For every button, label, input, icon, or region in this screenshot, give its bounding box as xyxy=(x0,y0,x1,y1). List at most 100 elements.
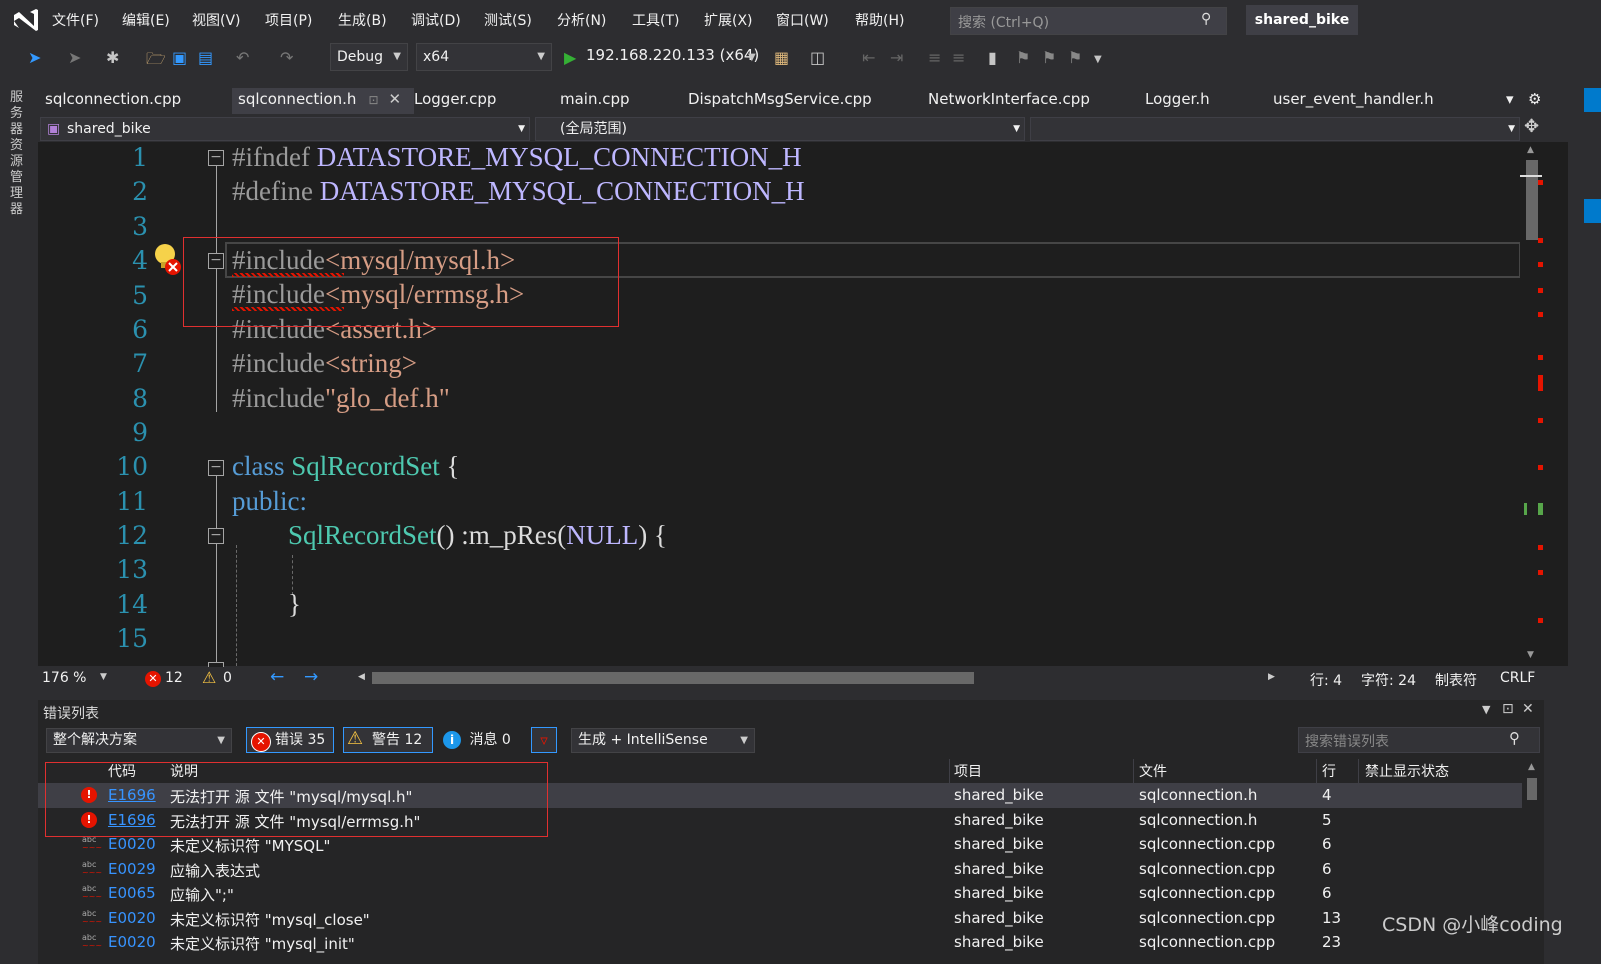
column-header-suppression[interactable]: 禁止显示状态 xyxy=(1365,761,1449,781)
tab-dispatchmsgservice-cpp[interactable]: DispatchMsgService.cpp xyxy=(688,90,872,108)
column-header-file[interactable]: 文件 xyxy=(1139,761,1167,781)
error-marker[interactable] xyxy=(1538,375,1543,391)
tab-sqlconnection-cpp[interactable]: sqlconnection.cpp xyxy=(45,90,181,108)
gear-icon[interactable]: ⚙ xyxy=(1528,90,1541,108)
scroll-up-icon[interactable]: ▲ xyxy=(1527,145,1534,155)
search-box[interactable]: 搜索 (Ctrl+Q) ⚲ xyxy=(950,7,1227,35)
panel-menu-icon[interactable]: ▼ xyxy=(1482,703,1490,716)
save-icon[interactable]: ▣ xyxy=(172,48,187,67)
menu-build[interactable]: 生成(B) xyxy=(338,10,387,30)
open-folder-icon[interactable]: 🗁 xyxy=(146,48,166,75)
new-project-icon[interactable]: ✱ xyxy=(106,48,119,67)
fold-toggle-icon[interactable] xyxy=(208,662,224,667)
error-marker[interactable] xyxy=(1538,238,1543,243)
error-count[interactable]: 12 xyxy=(165,670,183,686)
uncomment-icon[interactable]: ≡ xyxy=(952,48,965,67)
close-icon[interactable]: ✕ xyxy=(1522,701,1534,717)
indent-mode[interactable]: 制表符 xyxy=(1435,670,1477,690)
fold-toggle-icon[interactable]: − xyxy=(208,528,224,544)
column-header-project[interactable]: 项目 xyxy=(954,761,982,781)
error-marker[interactable] xyxy=(1538,180,1543,185)
messages-filter-button[interactable]: i 消息 0 xyxy=(443,728,511,752)
server-explorer-tab[interactable]: 服务器资源管理器 xyxy=(10,90,26,218)
step-out-icon[interactable]: ⇥ xyxy=(890,48,903,67)
menu-extensions[interactable]: 扩展(X) xyxy=(704,10,753,30)
chevron-down-icon[interactable]: ▼ xyxy=(748,52,756,63)
run-icon[interactable]: ▶ xyxy=(564,48,576,67)
menu-analyze[interactable]: 分析(N) xyxy=(557,10,606,30)
menu-help[interactable]: 帮助(H) xyxy=(855,10,904,30)
warnings-filter-button[interactable]: ⚠ 警告 12 xyxy=(343,727,433,753)
error-marker[interactable] xyxy=(1538,570,1543,575)
error-marker[interactable] xyxy=(1538,262,1543,267)
tab-logger-cpp[interactable]: Logger.cpp xyxy=(414,90,496,108)
bookmark-icon[interactable]: ▮ xyxy=(988,48,997,67)
undo-icon[interactable]: ↶ xyxy=(236,48,249,67)
menu-debug[interactable]: 调试(D) xyxy=(411,10,461,30)
solution-explorer-tab[interactable] xyxy=(1584,88,1601,112)
table-row[interactable]: abc ~~~ E0065 应输入";" shared_bike sqlconne… xyxy=(38,881,1522,906)
menu-window[interactable]: 窗口(W) xyxy=(776,10,829,30)
table-row[interactable]: abc ~~~ E0020 未定义标识符 "mysql_close" shared… xyxy=(38,906,1522,931)
menu-file[interactable]: 文件(F) xyxy=(52,10,99,30)
toolbar-overflow-icon[interactable]: ▼ xyxy=(1094,54,1102,65)
error-code-link[interactable]: E0020 xyxy=(108,909,156,927)
zoom-level[interactable]: 176 % xyxy=(42,670,86,686)
step-icon[interactable]: ⇤ xyxy=(862,48,875,67)
split-window-icon[interactable]: ✥ xyxy=(1524,116,1539,137)
solution-explorer-icon[interactable]: ▦ xyxy=(774,48,789,67)
error-icon[interactable]: ✕ xyxy=(145,671,161,687)
tab-networkinterface-cpp[interactable]: NetworkInterface.cpp xyxy=(928,90,1090,108)
scroll-right-icon[interactable]: ▶ xyxy=(1268,672,1275,682)
clear-bookmarks-icon[interactable]: ⚑ xyxy=(1068,48,1082,67)
menu-tools[interactable]: 工具(T) xyxy=(632,10,679,30)
error-marker[interactable] xyxy=(1538,288,1543,293)
lightbulb-error-icon[interactable] xyxy=(152,242,184,278)
column-header-line[interactable]: 行 xyxy=(1322,761,1336,781)
scroll-down-icon[interactable]: ▼ xyxy=(1527,650,1534,660)
tab-list-dropdown-icon[interactable]: ▾ xyxy=(1506,90,1514,108)
error-marker[interactable] xyxy=(1538,545,1543,550)
fold-toggle-icon[interactable]: − xyxy=(208,150,224,166)
project-nav-dropdown[interactable]: ▣ shared_bike ▼ xyxy=(40,117,530,141)
visual-studio-logo-icon[interactable] xyxy=(10,6,40,34)
prev-bookmark-icon[interactable]: ⚑ xyxy=(1016,48,1030,67)
error-marker[interactable] xyxy=(1538,355,1543,360)
properties-tab[interactable] xyxy=(1584,199,1601,223)
error-code-link[interactable]: E0020 xyxy=(108,835,156,853)
scrollbar-thumb[interactable] xyxy=(1526,160,1538,240)
warning-count[interactable]: 0 xyxy=(223,670,232,686)
menu-edit[interactable]: 编辑(E) xyxy=(122,10,170,30)
error-code-link[interactable]: E0065 xyxy=(108,884,156,902)
scope-filter-select[interactable]: 整个解决方案 ▼ xyxy=(46,728,232,753)
pin-icon[interactable]: ⊡ xyxy=(368,93,378,107)
tab-main-cpp[interactable]: main.cpp xyxy=(560,90,630,108)
forward-icon[interactable]: ➤ xyxy=(68,48,81,67)
error-marker[interactable] xyxy=(1538,618,1543,623)
warning-icon[interactable]: ⚠ xyxy=(202,668,216,687)
redo-icon[interactable]: ↷ xyxy=(280,48,293,67)
next-issue-icon[interactable]: → xyxy=(304,667,318,687)
table-row[interactable]: abc ~~~ E0020 未定义标识符 "mysql_init" shared_… xyxy=(38,930,1522,964)
prev-issue-icon[interactable]: ← xyxy=(270,667,284,687)
error-marker[interactable] xyxy=(1538,465,1543,470)
back-icon[interactable]: ➤ xyxy=(28,48,41,67)
filter-icon[interactable]: ▿ xyxy=(531,727,557,753)
configuration-select[interactable]: Debug ▼ xyxy=(330,43,408,71)
chevron-down-icon[interactable]: ▼ xyxy=(100,672,107,682)
close-icon[interactable]: ✕ xyxy=(389,90,402,108)
tab-logger-h[interactable]: Logger.h xyxy=(1145,90,1210,108)
tab-user-event-handler-h[interactable]: user_event_handler.h xyxy=(1273,90,1434,108)
error-code-link[interactable]: E0029 xyxy=(108,860,156,878)
error-marker[interactable] xyxy=(1538,312,1543,317)
error-search-input[interactable]: 搜索错误列表 ⚲ xyxy=(1298,727,1540,753)
scroll-left-icon[interactable]: ◀ xyxy=(358,672,365,682)
scope-nav-dropdown[interactable]: (全局范围) ▼ xyxy=(535,117,1025,141)
fold-toggle-icon[interactable]: − xyxy=(208,460,224,476)
menu-view[interactable]: 视图(V) xyxy=(192,10,241,30)
save-all-icon[interactable]: ▤ xyxy=(198,48,213,67)
menu-project[interactable]: 项目(P) xyxy=(265,10,312,30)
line-ending[interactable]: CRLF xyxy=(1500,670,1535,686)
menu-test[interactable]: 测试(S) xyxy=(484,10,532,30)
window-layout-icon[interactable]: ◫ xyxy=(810,48,825,67)
